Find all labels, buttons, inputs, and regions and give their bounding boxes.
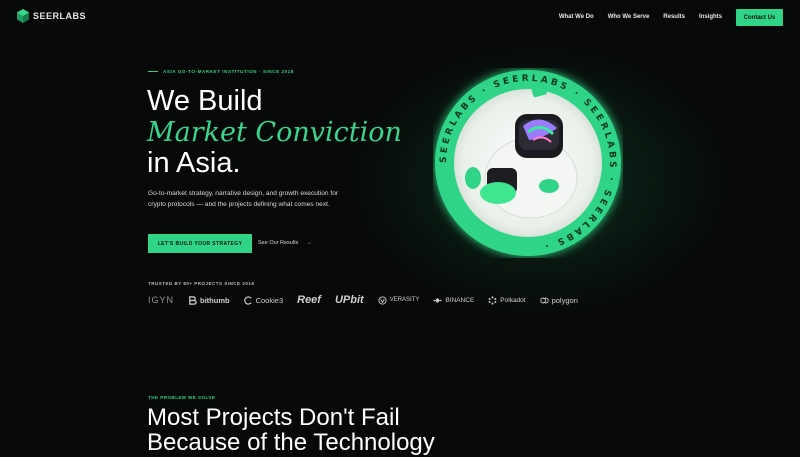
brand-logo-strip: IGYN bithumb Cookie3 Reef UPbit VERASITY… bbox=[148, 292, 578, 308]
eyebrow-text: ASIA GO-TO-MARKET INSTITUTION · SINCE 20… bbox=[163, 69, 294, 74]
cookie3-icon bbox=[243, 295, 252, 305]
brand-logo-reef: Reef bbox=[297, 294, 321, 306]
bithumb-icon bbox=[189, 295, 197, 305]
hero-title-line1: We Build bbox=[147, 85, 263, 117]
logo[interactable]: SEERLABS bbox=[17, 9, 86, 23]
top-nav: SEERLABS What We Do Who We Serve Results… bbox=[0, 0, 800, 36]
brand-logo-bithumb: bithumb bbox=[188, 296, 230, 305]
nav-link-who-we-serve[interactable]: Who We Serve bbox=[608, 14, 650, 20]
brand-name: IGYN bbox=[148, 295, 175, 305]
brand-logo-cookie3: Cookie3 bbox=[243, 295, 284, 305]
brand-name: polygon bbox=[551, 295, 578, 305]
problem-title-line1: Most Projects Don't Fail bbox=[147, 404, 400, 431]
nav-link-insights[interactable]: Insights bbox=[699, 14, 722, 20]
build-strategy-button[interactable]: LET'S BUILD YOUR STRATEGY bbox=[148, 234, 252, 253]
logo-text: SEERLABS bbox=[33, 11, 87, 21]
brand-name: Reef bbox=[297, 294, 321, 306]
hero-description: Go-to-market strategy, narrative design,… bbox=[148, 190, 339, 208]
see-results-link[interactable]: See Our Results → bbox=[258, 240, 312, 246]
polkadot-icon bbox=[488, 295, 497, 305]
brand-logo-upbit: UPbit bbox=[335, 294, 364, 306]
brand-name: Polkadot bbox=[500, 296, 526, 304]
polygon-icon bbox=[540, 296, 549, 304]
brand-name: bithumb bbox=[200, 295, 230, 305]
brand-logo-polkadot: Polkadot bbox=[488, 295, 526, 305]
hero-title-line3: in Asia. bbox=[147, 147, 241, 179]
nav-link-what-we-do[interactable]: What We Do bbox=[559, 14, 594, 20]
nav-links: What We Do Who We Serve Results Insights bbox=[559, 14, 722, 20]
verasity-icon bbox=[378, 295, 387, 305]
brand-logo-binance: BINANCE bbox=[433, 296, 474, 305]
problem-section-label: THE PROBLEM WE SOLVE bbox=[148, 395, 216, 400]
brand-name: VERASITY bbox=[389, 297, 420, 303]
see-results-label: See Our Results bbox=[258, 240, 299, 246]
trusted-label: TRUSTED BY 80+ PROJECTS SINCE 2018 bbox=[148, 281, 255, 286]
arrow-right-icon: → bbox=[306, 240, 312, 246]
problem-title-line2: Because of the Technology bbox=[147, 429, 435, 456]
brand-logo-igyn: IGYN bbox=[148, 295, 174, 305]
brand-logo-polygon: polygon bbox=[540, 296, 578, 305]
hero-eyebrow: ASIA GO-TO-MARKET INSTITUTION · SINCE 20… bbox=[148, 69, 294, 74]
brand-logo-verasity: VERASITY bbox=[378, 295, 420, 305]
brand-name: UPbit bbox=[334, 294, 364, 306]
nav-link-results[interactable]: Results bbox=[663, 14, 685, 20]
contact-us-button[interactable]: Contact Us bbox=[736, 9, 783, 26]
brand-name: BINANCE bbox=[445, 296, 475, 304]
seerlabs-mascot-badge: SEERLABS · SEERLABS · SEERLABS · SEERLAB… bbox=[435, 70, 621, 256]
hero-title-line2: Market Conviction bbox=[147, 117, 402, 148]
brand-name: Cookie3 bbox=[255, 295, 284, 305]
logo-cube-icon bbox=[17, 9, 29, 23]
binance-icon bbox=[433, 297, 443, 303]
eyebrow-divider bbox=[148, 71, 158, 72]
hero-title: We Build Market Conviction in Asia. bbox=[147, 86, 402, 179]
